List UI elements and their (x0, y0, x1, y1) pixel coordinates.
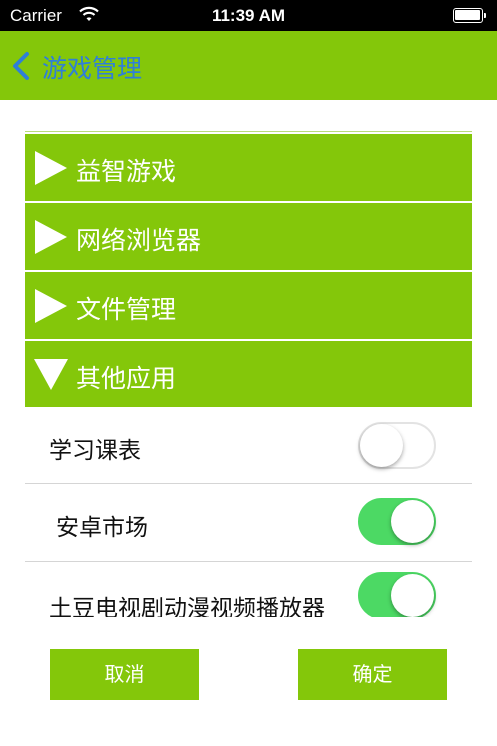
group-label: 其他应用 (76, 364, 177, 393)
confirm-button[interactable]: 确定 (298, 649, 447, 700)
collapsed-triangle-icon (35, 151, 67, 185)
collapsed-triangle-icon (35, 220, 67, 254)
collapsed-triangle-icon (35, 289, 67, 323)
list-item-tudou-video-player: 土豆电视剧动漫视频播放器 (25, 562, 472, 617)
back-button-title[interactable]: 游戏管理 (42, 49, 142, 85)
list-item-study-timetable: 学习课表 (25, 407, 472, 484)
app-group-list: 益智游戏 网络浏览器 文件管理 其他应用 学习课表 安卓市场 土豆电视剧动漫视频… (25, 131, 472, 617)
toggle-switch-on[interactable] (358, 572, 436, 617)
group-label: 益智游戏 (76, 157, 177, 186)
group-label: 文件管理 (76, 295, 177, 324)
navigation-bar: 游戏管理 (0, 31, 497, 100)
battery-icon (453, 8, 487, 23)
group-header-file-management[interactable]: 文件管理 (25, 272, 472, 339)
list-item-android-market: 安卓市场 (25, 484, 472, 561)
app-label: 安卓市场 (56, 515, 148, 541)
group-header-puzzle-games[interactable]: 益智游戏 (25, 134, 472, 201)
status-time: 11:39 AM (211, 6, 286, 25)
expanded-triangle-icon (34, 359, 68, 390)
app-label: 土豆电视剧动漫视频播放器 (49, 596, 325, 617)
group-header-other-apps[interactable]: 其他应用 (25, 341, 472, 408)
app-label: 学习课表 (49, 438, 141, 464)
cancel-button[interactable]: 取消 (50, 649, 199, 700)
toggle-switch-off[interactable] (358, 422, 436, 469)
list-top-divider (25, 131, 472, 132)
toggle-switch-on[interactable] (358, 498, 436, 545)
status-bar: Carrier 11:39 AM (0, 0, 497, 31)
group-label: 网络浏览器 (76, 226, 202, 255)
group-header-web-browser[interactable]: 网络浏览器 (25, 203, 472, 270)
back-chevron-icon[interactable] (10, 51, 32, 81)
